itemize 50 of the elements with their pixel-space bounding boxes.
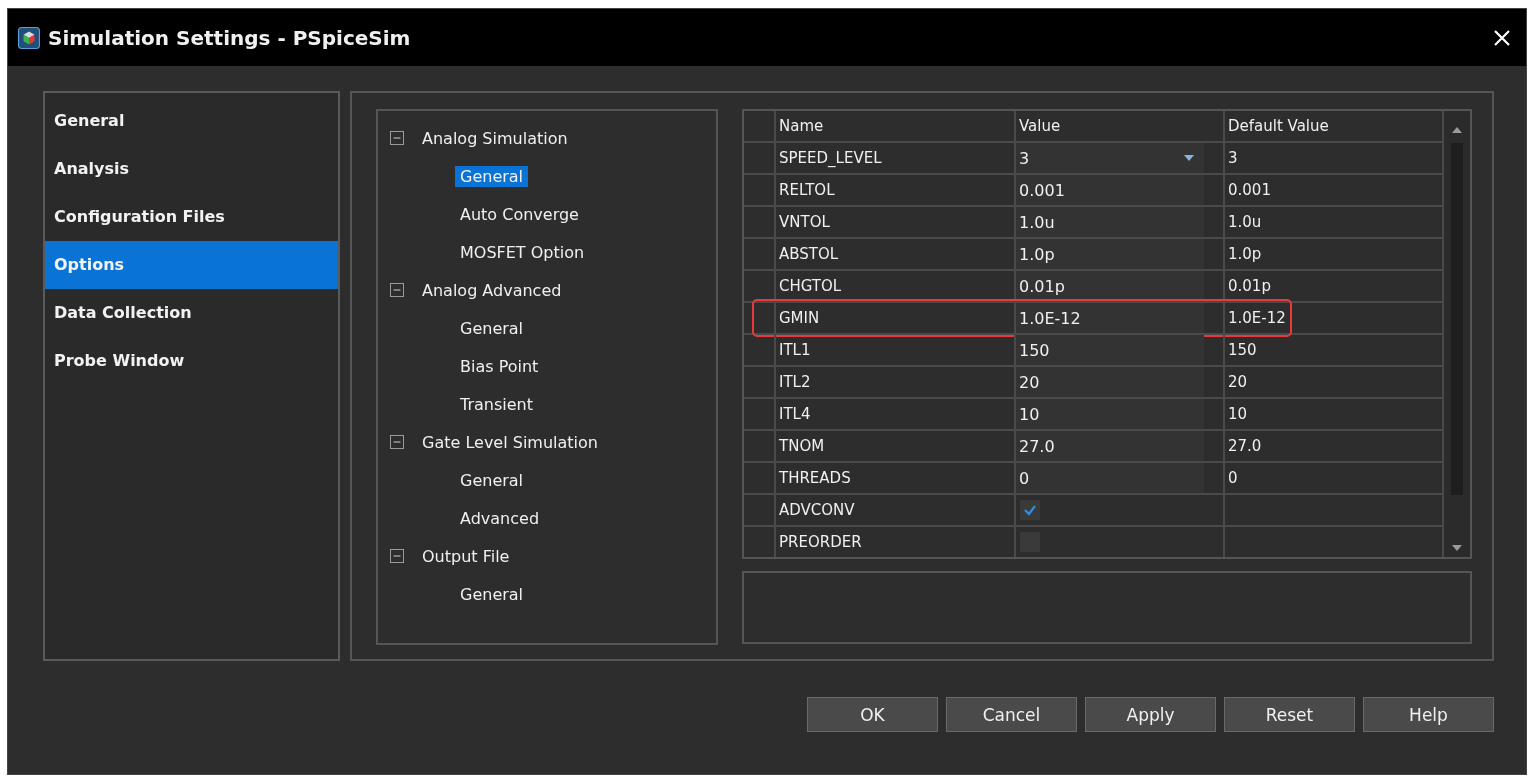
tree-item[interactable]: General <box>455 583 529 605</box>
tree-item[interactable]: Bias Point <box>455 355 544 377</box>
value-dropdown[interactable]: 3 <box>1016 143 1204 173</box>
sidebar-item[interactable]: Analysis <box>45 145 338 193</box>
tree-item[interactable]: Output File <box>422 546 510 566</box>
table-cell[interactable]: 1.0E-12 <box>1016 303 1204 333</box>
table-cell[interactable]: 20 <box>1016 367 1204 397</box>
table-cell[interactable]: 27.0 <box>1016 431 1204 461</box>
dialog-button[interactable]: OK <box>807 697 938 732</box>
tree-item[interactable]: Advanced <box>455 507 545 529</box>
tree-item[interactable]: General <box>455 317 529 339</box>
table-cell[interactable]: 150 <box>1016 335 1204 365</box>
table-cell[interactable]: 10 <box>1016 399 1204 429</box>
sidebar-item[interactable]: Configuration Files <box>45 193 338 241</box>
sidebar-item[interactable]: Options <box>45 241 338 289</box>
scroll-down-icon[interactable] <box>1452 545 1462 551</box>
checkbox[interactable] <box>1020 500 1040 520</box>
collapse-icon[interactable] <box>390 435 404 449</box>
tree-item[interactable]: Analog Advanced <box>422 280 562 300</box>
sidebar-item[interactable]: General <box>45 97 338 145</box>
tree-item[interactable]: Analog Simulation <box>422 128 568 148</box>
table-cell[interactable]: 0.001 <box>1016 175 1204 205</box>
check-icon <box>1023 503 1037 517</box>
tree-item[interactable]: MOSFET Option <box>455 241 590 263</box>
sidebar-item[interactable]: Probe Window <box>45 337 338 385</box>
dialog-button[interactable]: Reset <box>1224 697 1355 732</box>
sidebar-item[interactable]: Data Collection <box>45 289 338 337</box>
tree-item[interactable]: General <box>455 165 529 187</box>
tree-item[interactable]: Transient <box>455 393 538 415</box>
table-cell[interactable]: 0 <box>1016 463 1204 493</box>
dialog-button[interactable]: Cancel <box>946 697 1077 732</box>
caret-icon <box>1184 155 1194 161</box>
table-cell: ADVCONV <box>776 495 1016 525</box>
table-cell[interactable]: 0.01p <box>1016 271 1204 301</box>
column-header: Value <box>1016 111 1225 141</box>
column-header: Name <box>776 111 1016 141</box>
dialog-button[interactable]: Apply <box>1085 697 1216 732</box>
app-icon <box>18 26 40 49</box>
tree-item[interactable]: General <box>455 469 529 491</box>
scroll-up-icon[interactable] <box>1452 127 1462 133</box>
dialog-button[interactable]: Help <box>1363 697 1494 732</box>
collapse-icon[interactable] <box>390 549 404 563</box>
tree-item[interactable]: Auto Converge <box>455 203 584 225</box>
table-cell[interactable]: 1.0u <box>1016 207 1204 237</box>
window-title: Simulation Settings - PSpiceSim <box>48 25 412 50</box>
tree-item[interactable]: Gate Level Simulation <box>422 432 598 452</box>
collapse-icon[interactable] <box>390 131 404 145</box>
collapse-icon[interactable] <box>390 283 404 297</box>
table-cell[interactable]: 1.0p <box>1016 239 1204 269</box>
table-cell: PREORDER <box>776 527 1016 557</box>
